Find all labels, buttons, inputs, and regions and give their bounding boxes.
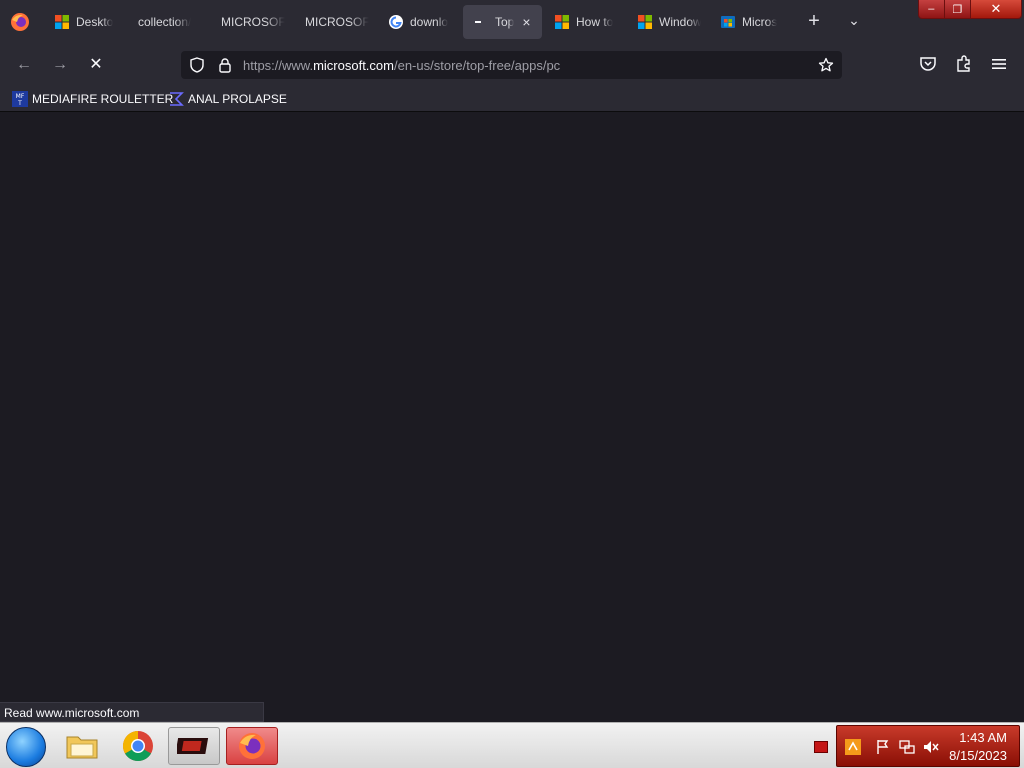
svg-text:T: T — [17, 100, 22, 107]
tab-windows[interactable]: Window — [637, 5, 701, 39]
network-icon[interactable] — [899, 739, 915, 755]
tray-app-icon[interactable] — [845, 739, 861, 755]
svg-text:MF: MF — [16, 93, 25, 100]
tab-title: Micros — [742, 15, 778, 29]
microsoft-logo-icon — [638, 15, 652, 29]
stop-loading-button[interactable]: ✕ — [84, 53, 108, 77]
tab-top-free-apps[interactable]: Top × — [463, 5, 542, 39]
tab-title: Top — [495, 15, 515, 29]
list-all-tabs-button[interactable]: ⌄ — [845, 12, 863, 32]
sigma-icon — [170, 92, 184, 106]
forward-button[interactable]: → — [48, 53, 72, 77]
tab-collection[interactable]: collection/ — [138, 5, 204, 39]
navigation-toolbar: ← → ✕ https://www.microsoft.com/en-us/st… — [0, 44, 1024, 85]
clock-date: 8/15/2023 — [949, 748, 1007, 763]
firefox-menu-icon[interactable] — [10, 12, 30, 32]
tab-microsoft-2[interactable]: MICROSOF — [305, 5, 369, 39]
tab-title: MICROSOF — [221, 15, 285, 29]
close-tab-icon[interactable]: × — [522, 14, 530, 30]
taskbar-chrome[interactable] — [112, 727, 164, 765]
tab-title: How to — [576, 15, 614, 29]
folder-icon — [66, 736, 98, 759]
close-window-button[interactable]: ✕ — [971, 0, 1021, 18]
loading-dots-icon — [475, 21, 481, 23]
url-path: /en-us/store/top-free/apps/pc — [393, 58, 561, 73]
tab-microsoft-store[interactable]: Micros — [720, 5, 786, 39]
firefox-icon — [239, 733, 265, 759]
action-center-flag-icon[interactable] — [875, 739, 891, 755]
tab-download[interactable]: downlo — [388, 5, 452, 39]
tab-title: Deskto — [76, 15, 114, 29]
bookmark-label: MEDIAFIRE ROULETTER — [32, 92, 174, 106]
bookmarks-toolbar: MF T MEDIAFIRE ROULETTER ANAL PROLAPSE — [0, 85, 1024, 112]
address-bar[interactable]: https://www.microsoft.com/en-us/store/to… — [181, 51, 842, 79]
taskbar-media-app[interactable] — [168, 727, 220, 765]
google-g-icon — [389, 15, 403, 29]
store-icon — [721, 16, 735, 28]
clock[interactable]: 1:43 AM 8/15/2023 — [949, 729, 1007, 765]
system-tray: 1:43 AM 8/15/2023 — [836, 725, 1020, 767]
tab-desktop[interactable]: Deskto — [54, 5, 124, 39]
tab-microsoft-1[interactable]: MICROSOF — [221, 5, 285, 39]
url-text[interactable]: https://www.microsoft.com/en-us/store/to… — [243, 58, 560, 73]
taskbar-file-explorer[interactable] — [56, 727, 108, 765]
pocket-icon[interactable] — [919, 55, 937, 73]
tab-how-to[interactable]: How to — [554, 5, 618, 39]
lock-icon[interactable] — [217, 57, 233, 73]
url-prefix: https://www. — [243, 58, 314, 73]
status-panel: Read www.microsoft.com — [0, 702, 264, 722]
tab-title: collection/ — [138, 15, 192, 29]
bookmark-mediafire-rouletter[interactable]: MF T MEDIAFIRE ROULETTER — [12, 90, 173, 108]
tab-strip: Deskto collection/ MICROSOF MICROSOF dow… — [0, 0, 1024, 44]
microsoft-logo-icon — [555, 15, 569, 29]
show-hidden-icons-button[interactable] — [814, 741, 828, 753]
window-controls: – ❐ ✕ — [918, 0, 1022, 19]
volume-muted-icon[interactable] — [923, 739, 939, 755]
extensions-puzzle-icon[interactable] — [955, 55, 973, 73]
tab-title: MICROSOF — [305, 15, 369, 29]
page-content-area[interactable] — [0, 113, 1024, 722]
clock-time: 1:43 AM — [959, 730, 1007, 745]
mediafire-icon: MF T — [12, 91, 28, 107]
tab-title: downlo — [410, 15, 449, 29]
microsoft-logo-icon — [55, 15, 69, 29]
media-app-icon — [177, 738, 209, 754]
tab-title: Window — [659, 15, 701, 29]
url-domain: microsoft.com — [313, 58, 394, 73]
minimize-button[interactable]: – — [919, 0, 945, 18]
taskbar: 1:43 AM 8/15/2023 — [0, 722, 1024, 768]
new-tab-button[interactable]: + — [804, 11, 824, 33]
taskbar-firefox[interactable] — [226, 727, 278, 765]
tracking-protection-shield-icon[interactable] — [189, 57, 205, 73]
start-button[interactable] — [6, 727, 46, 767]
restore-button[interactable]: ❐ — [944, 0, 971, 18]
chrome-icon — [122, 731, 153, 762]
bookmark-star-icon[interactable] — [818, 57, 834, 73]
bookmark-label: ANAL PROLAPSE — [188, 92, 287, 106]
hamburger-menu-icon[interactable] — [990, 55, 1008, 73]
back-button[interactable]: ← — [12, 53, 36, 77]
bookmark-second[interactable]: ANAL PROLAPSE — [168, 90, 287, 108]
